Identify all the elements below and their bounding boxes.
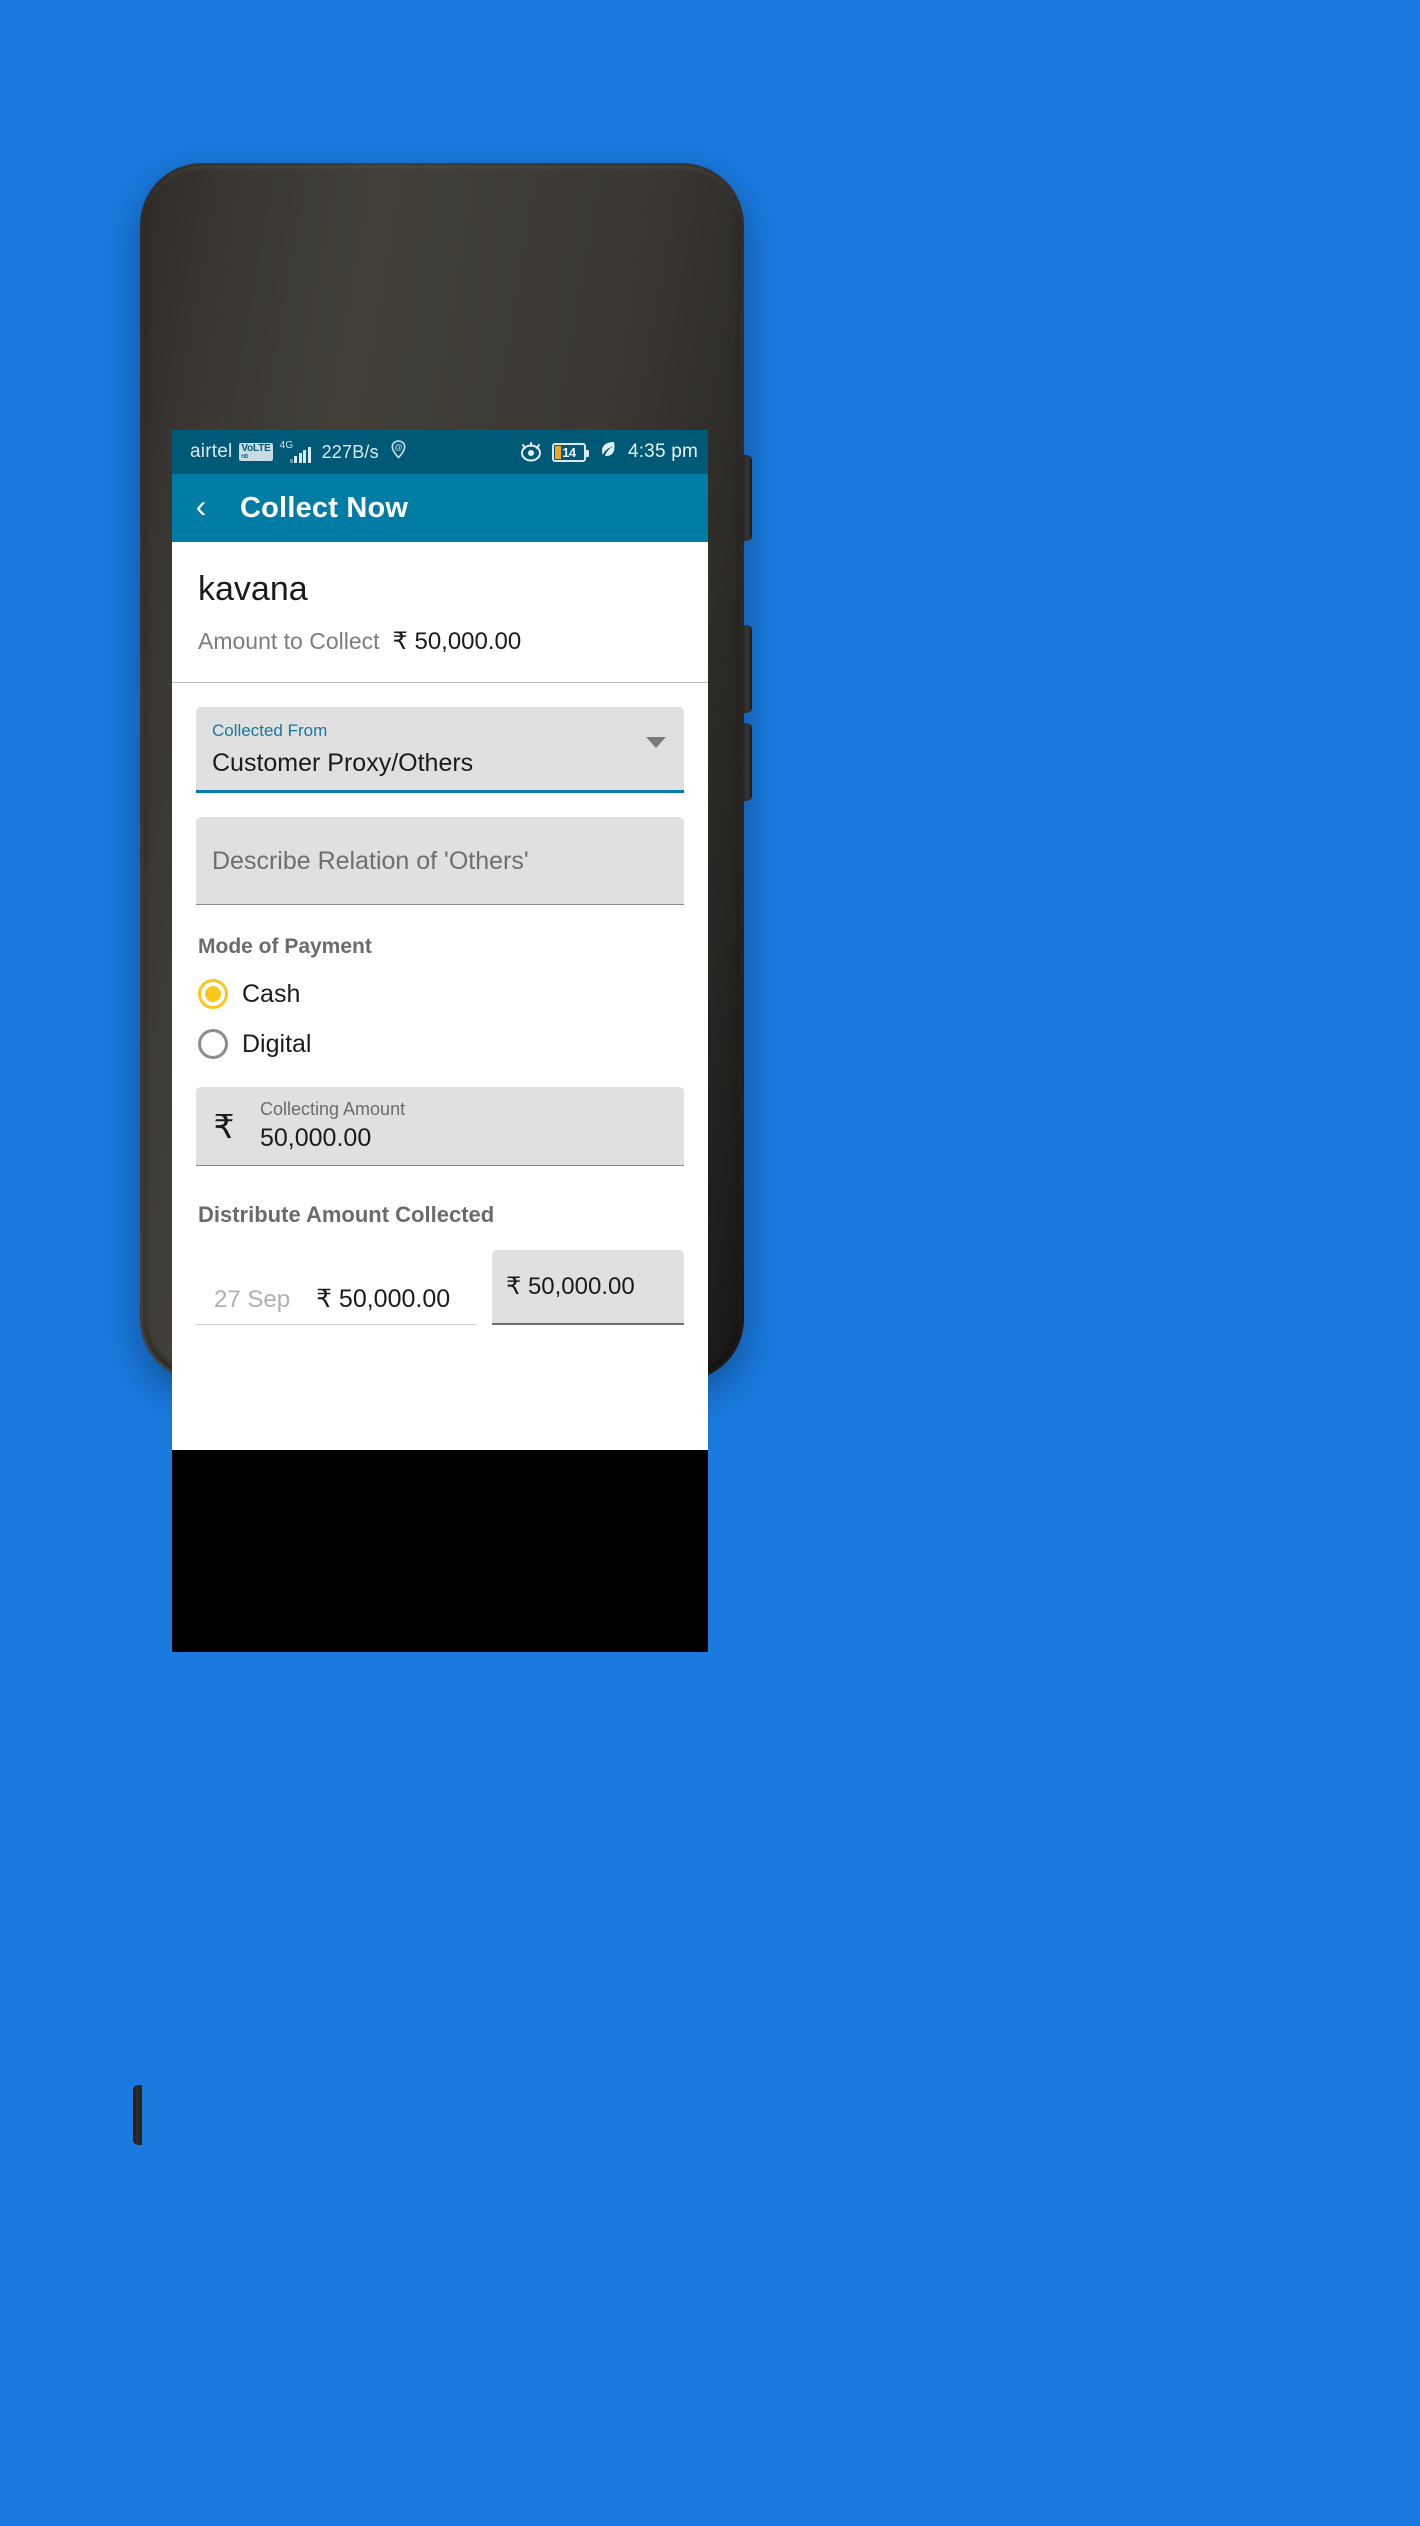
relation-placeholder: Describe Relation of 'Others' bbox=[212, 847, 529, 875]
power-button[interactable] bbox=[742, 455, 752, 541]
radio-option-cash[interactable]: Cash bbox=[198, 979, 708, 1009]
phone-screen: airtel VoLTE HD 4G 227B/s @ 14 4:35 pm ‹… bbox=[172, 430, 708, 1652]
status-bar-right: 14 4:35 pm bbox=[518, 439, 698, 465]
radio-option-digital[interactable]: Digital bbox=[198, 1029, 708, 1059]
amount-to-collect-label: Amount to Collect bbox=[198, 628, 380, 654]
radio-digital-label: Digital bbox=[242, 1029, 312, 1058]
rupee-icon: ₹ bbox=[213, 1107, 235, 1145]
radio-digital-icon[interactable] bbox=[198, 1029, 228, 1059]
volte-badge: VoLTE HD bbox=[239, 443, 273, 461]
battery-percent-label: 14 bbox=[562, 444, 576, 460]
left-side-button[interactable] bbox=[133, 2085, 142, 2145]
amount-to-collect-row: Amount to Collect ₹ 50,000.00 bbox=[198, 627, 682, 656]
collecting-amount-value: 50,000.00 bbox=[260, 1124, 372, 1152]
radio-cash-label: Cash bbox=[242, 979, 301, 1008]
back-chevron-icon[interactable]: ‹ bbox=[172, 490, 230, 526]
distribute-row: 27 Sep ₹ 50,000.00 ₹ 50,000.00 bbox=[196, 1250, 684, 1325]
relation-input[interactable]: Describe Relation of 'Others' bbox=[196, 817, 684, 905]
distribute-amount-label: Distribute Amount Collected bbox=[198, 1202, 495, 1227]
signal-strength-icon: 4G bbox=[279, 440, 311, 463]
collecting-amount-column: Collecting Amount 50,000.00 bbox=[260, 1099, 405, 1153]
chevron-down-icon[interactable] bbox=[646, 736, 666, 748]
amount-to-collect-value: ₹ 50,000.00 bbox=[392, 628, 522, 655]
collecting-amount-label: Collecting Amount bbox=[260, 1099, 406, 1119]
app-bar: ‹ Collect Now bbox=[172, 474, 708, 542]
status-bar-left: airtel VoLTE HD 4G 227B/s @ bbox=[190, 440, 518, 464]
radio-cash-icon[interactable] bbox=[198, 979, 228, 1009]
clock-label: 4:35 pm bbox=[627, 441, 698, 462]
page-title: Collect Now bbox=[240, 491, 409, 524]
distribute-summary[interactable]: 27 Sep ₹ 50,000.00 bbox=[196, 1284, 476, 1325]
leaf-icon bbox=[598, 439, 618, 465]
customer-name: kavana bbox=[198, 570, 308, 608]
network-type-label: 4G bbox=[279, 440, 294, 451]
carrier-label: airtel bbox=[190, 441, 233, 462]
distribute-amount: ₹ 50,000.00 bbox=[316, 1285, 451, 1313]
volume-down-button[interactable] bbox=[742, 723, 752, 801]
collected-from-dropdown[interactable]: Collected From Customer Proxy/Others bbox=[196, 707, 684, 793]
distribute-date: 27 Sep bbox=[214, 1286, 291, 1313]
collected-from-value: Customer Proxy/Others bbox=[212, 749, 474, 777]
location-pin-icon: @ bbox=[390, 440, 407, 464]
eye-icon bbox=[518, 442, 544, 462]
collecting-amount-input[interactable]: ₹ Collecting Amount 50,000.00 bbox=[196, 1087, 684, 1166]
collected-from-label: Collected From bbox=[212, 721, 328, 740]
collect-form: Collected From Customer Proxy/Others Des… bbox=[172, 707, 708, 1325]
volume-up-button[interactable] bbox=[742, 625, 752, 713]
status-bar: airtel VoLTE HD 4G 227B/s @ 14 4:35 pm bbox=[172, 430, 708, 474]
customer-summary-card: kavana Amount to Collect ₹ 50,000.00 bbox=[172, 542, 708, 683]
mode-of-payment-label: Mode of Payment bbox=[198, 935, 372, 958]
svg-text:@: @ bbox=[394, 443, 402, 452]
app-viewport: airtel VoLTE HD 4G 227B/s @ 14 4:35 pm ‹… bbox=[172, 430, 708, 1450]
distribute-amount-input[interactable]: ₹ 50,000.00 bbox=[492, 1250, 684, 1325]
data-speed-label: 227B/s bbox=[321, 441, 379, 462]
battery-icon: 14 bbox=[551, 442, 589, 462]
